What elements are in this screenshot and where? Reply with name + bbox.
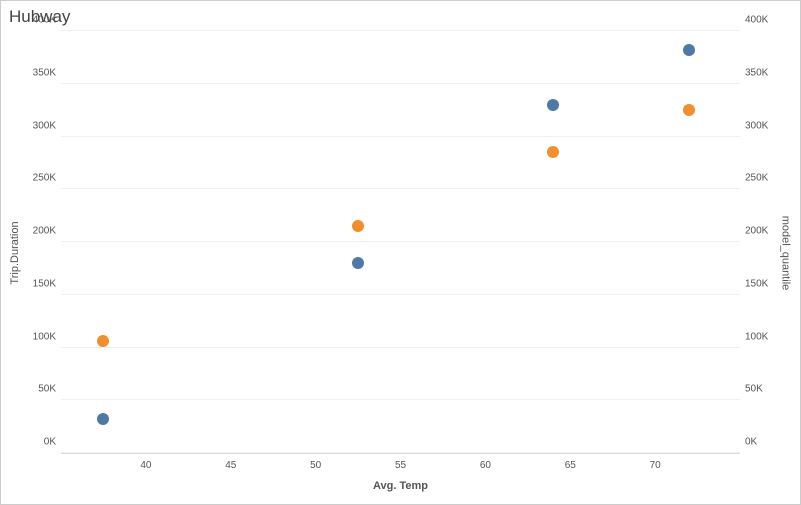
gridline (61, 83, 740, 84)
y-axis-left-label: Trip.Duration (9, 221, 21, 284)
y-tick-right: 200K (745, 226, 780, 237)
y-tick-left: 350K (21, 67, 56, 78)
plot-area: 0K0K50K50K100K100K150K150K200K200K250K25… (61, 31, 740, 454)
y-tick-right: 0K (745, 437, 780, 448)
y-tick-right: 100K (745, 331, 780, 342)
y-tick-left: 250K (21, 173, 56, 184)
x-tick: 55 (395, 460, 406, 471)
x-tick: 50 (310, 460, 321, 471)
y-tick-right: 50K (745, 384, 780, 395)
y-axis-right-label: model_quantile (780, 215, 792, 290)
y-tick-left: 50K (21, 384, 56, 395)
data-point (547, 99, 559, 111)
x-axis-label: Avg. Temp (373, 480, 428, 492)
x-tick: 45 (225, 460, 236, 471)
y-tick-left: 150K (21, 278, 56, 289)
gridline (61, 241, 740, 242)
data-point (547, 146, 559, 158)
y-tick-right: 150K (745, 278, 780, 289)
y-tick-right: 250K (745, 173, 780, 184)
y-tick-left: 100K (21, 331, 56, 342)
y-tick-left: 400K (21, 15, 56, 26)
gridline (61, 347, 740, 348)
y-tick-left: 200K (21, 226, 56, 237)
gridline (61, 294, 740, 295)
gridline (61, 399, 740, 400)
data-point (97, 335, 109, 347)
y-tick-right: 300K (745, 120, 780, 131)
chart-title: Hubway (1, 1, 800, 29)
data-point (683, 104, 695, 116)
gridline (61, 452, 740, 453)
x-tick: 60 (480, 460, 491, 471)
x-tick: 40 (140, 460, 151, 471)
chart-container: Hubway Trip.Duration model_quantile Avg.… (0, 0, 801, 505)
y-tick-right: 400K (745, 15, 780, 26)
data-point (352, 220, 364, 232)
gridline (61, 188, 740, 189)
y-tick-left: 0K (21, 437, 56, 448)
x-tick: 70 (650, 460, 661, 471)
data-point (683, 44, 695, 56)
data-point (352, 257, 364, 269)
x-tick: 65 (565, 460, 576, 471)
gridline (61, 136, 740, 137)
gridline (61, 30, 740, 31)
y-tick-right: 350K (745, 67, 780, 78)
data-point (97, 413, 109, 425)
y-tick-left: 300K (21, 120, 56, 131)
